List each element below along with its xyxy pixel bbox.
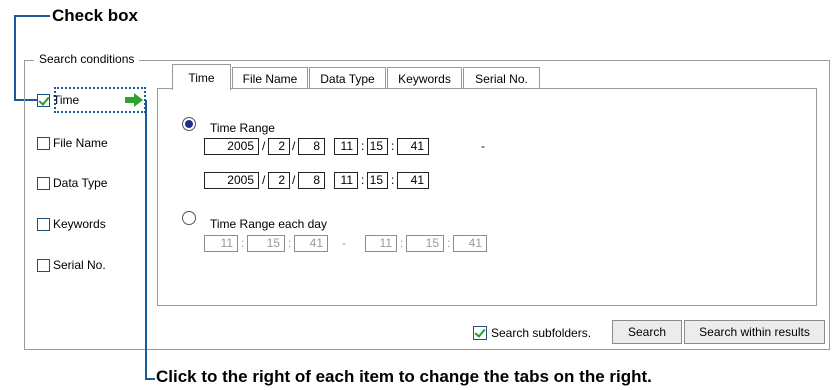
- time-sep: :: [400, 236, 404, 250]
- from-hour-field[interactable]: 11: [334, 138, 358, 155]
- active-tab-underline-mask: [173, 88, 230, 90]
- search-subfolders-checkbox[interactable]: [473, 326, 487, 340]
- to-second-field[interactable]: 41: [397, 172, 429, 189]
- item-keywords[interactable]: Keywords: [37, 216, 106, 232]
- time-sep: :: [447, 236, 451, 250]
- search-button[interactable]: Search: [612, 320, 682, 344]
- item-serial-no-label: Serial No.: [53, 258, 106, 272]
- tab-time[interactable]: Time: [172, 64, 231, 90]
- group-title: Search conditions: [34, 50, 140, 68]
- date-sep: /: [262, 139, 266, 153]
- from-second-field[interactable]: 41: [397, 138, 429, 155]
- time-range-radio[interactable]: [182, 117, 196, 131]
- serial-no-checkbox[interactable]: [37, 258, 50, 272]
- keywords-checkbox[interactable]: [37, 217, 50, 231]
- callout-click-right: Click to the right of each item to chang…: [156, 367, 652, 386]
- tab-data-type[interactable]: Data Type: [309, 67, 386, 89]
- time-range-label: Time Range: [210, 121, 275, 135]
- date-sep: /: [292, 139, 296, 153]
- item-time-label: Time: [53, 93, 80, 107]
- item-keywords-label: Keywords: [53, 217, 106, 231]
- item-data-type[interactable]: Data Type: [37, 175, 107, 191]
- callout-check-box: Check box: [52, 6, 138, 25]
- daily-to-second-field[interactable]: 41: [453, 235, 487, 252]
- green-right-arrow-icon[interactable]: [124, 93, 144, 107]
- tab-file-name[interactable]: File Name: [232, 67, 308, 89]
- time-sep: :: [391, 173, 395, 187]
- daily-to-minute-field[interactable]: 15: [406, 235, 444, 252]
- item-file-name[interactable]: File Name: [37, 135, 108, 151]
- range-sep: -: [481, 139, 485, 153]
- time-range-each-day-label: Time Range each day: [210, 217, 327, 231]
- from-year-field[interactable]: 2005: [204, 138, 259, 155]
- time-range-each-day-radio[interactable]: [182, 211, 196, 225]
- time-sep: :: [361, 139, 365, 153]
- daily-to-hour-field[interactable]: 11: [365, 235, 397, 252]
- date-sep: /: [292, 173, 296, 187]
- callout-line-bottom-h: [145, 378, 155, 380]
- to-month-field[interactable]: 2: [268, 172, 290, 189]
- search-subfolders-label: Search subfolders.: [491, 326, 592, 340]
- daily-from-second-field[interactable]: 41: [294, 235, 328, 252]
- from-month-field[interactable]: 2: [268, 138, 290, 155]
- time-sep: :: [391, 139, 395, 153]
- daily-from-hour-field[interactable]: 11: [204, 235, 238, 252]
- time-sep: :: [288, 236, 292, 250]
- callout-line-top-h: [14, 15, 50, 17]
- item-data-type-label: Data Type: [53, 176, 108, 190]
- from-minute-field[interactable]: 15: [367, 138, 388, 155]
- time-sep: :: [241, 236, 245, 250]
- date-sep: /: [262, 173, 266, 187]
- to-minute-field[interactable]: 15: [367, 172, 388, 189]
- item-file-name-label: File Name: [53, 136, 108, 150]
- daily-range-sep: -: [342, 236, 346, 250]
- to-day-field[interactable]: 8: [298, 172, 325, 189]
- tab-serial-no[interactable]: Serial No.: [463, 67, 540, 89]
- to-hour-field[interactable]: 11: [334, 172, 358, 189]
- tab-keywords[interactable]: Keywords: [387, 67, 462, 89]
- search-within-results-button[interactable]: Search within results: [684, 320, 825, 344]
- time-checkbox[interactable]: [37, 93, 50, 107]
- daily-from-minute-field[interactable]: 15: [247, 235, 285, 252]
- item-serial-no[interactable]: Serial No.: [37, 257, 106, 273]
- from-day-field[interactable]: 8: [298, 138, 325, 155]
- callout-line-bottom-v: [145, 100, 147, 380]
- to-year-field[interactable]: 2005: [204, 172, 259, 189]
- data-type-checkbox[interactable]: [37, 176, 50, 190]
- item-time[interactable]: Time: [37, 92, 79, 108]
- file-name-checkbox[interactable]: [37, 136, 50, 150]
- time-sep: :: [361, 173, 365, 187]
- callout-line-top-v: [14, 15, 16, 101]
- search-subfolders-option[interactable]: Search subfolders.: [473, 325, 591, 341]
